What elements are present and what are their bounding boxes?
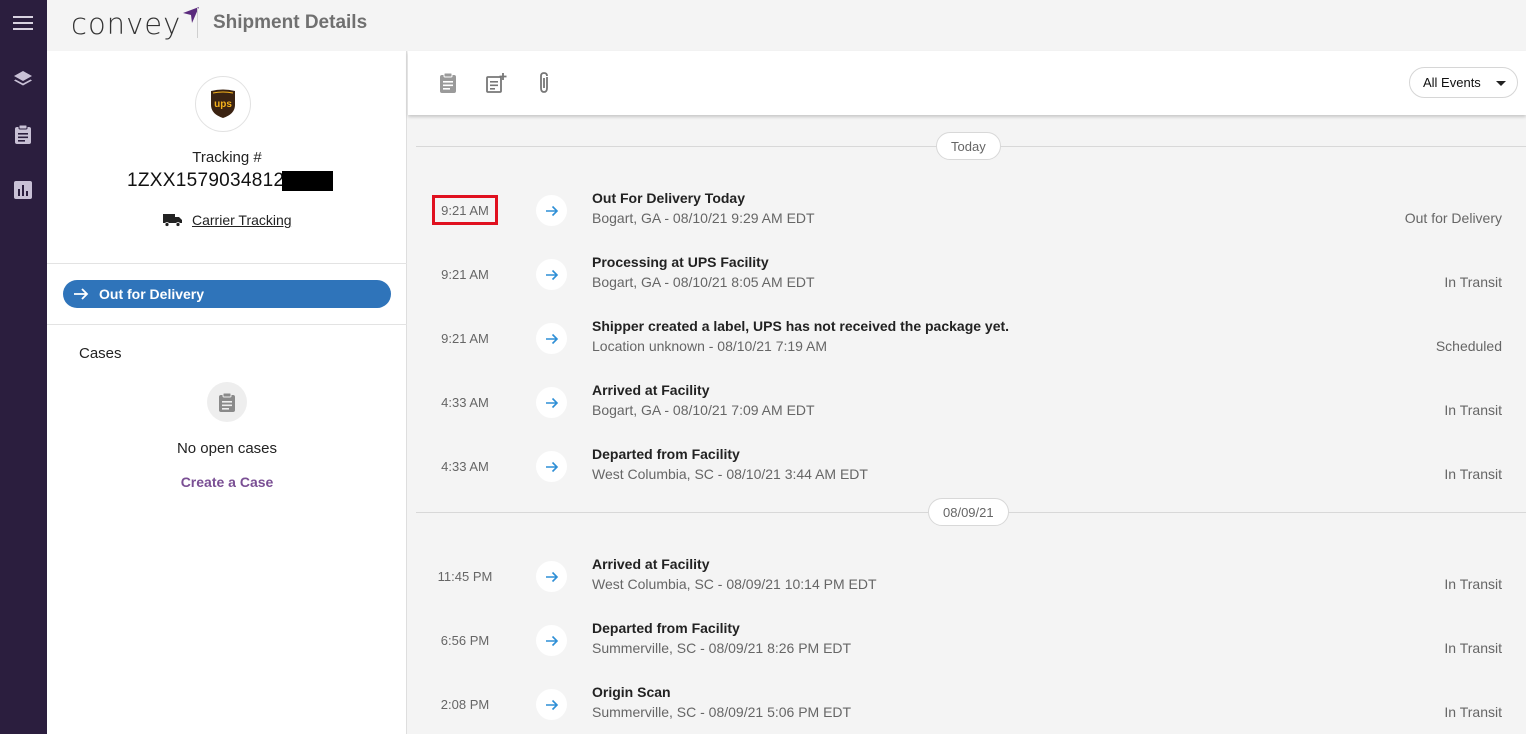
event-title: Shipper created a label, UPS has not rec… (592, 318, 1010, 334)
clipboard-icon[interactable] (8, 119, 38, 149)
event-location: West Columbia, SC - 08/10/21 3:44 AM EDT (592, 466, 868, 482)
event-arrow-icon (536, 625, 567, 656)
event-time: 4:33 AM (441, 458, 489, 474)
tracking-label: Tracking # (192, 149, 262, 166)
shipment-summary-panel: ups Tracking # 1ZXX1579034812 Carrier Tr… (47, 51, 407, 734)
caret-down-icon (1496, 81, 1506, 86)
event-arrow-icon (536, 259, 567, 290)
event-title: Arrived at Facility (592, 382, 710, 398)
date-pill: 08/09/21 (928, 498, 1009, 526)
event-location: West Columbia, SC - 08/09/21 10:14 PM ED… (592, 576, 877, 592)
event-title: Arrived at Facility (592, 556, 710, 572)
event-time: 9:21 AM (432, 195, 498, 225)
event-status: In Transit (1444, 402, 1502, 418)
no-cases-text: No open cases (176, 440, 278, 457)
create-case-link[interactable]: Create a Case (47, 474, 407, 490)
events-filter-select[interactable]: All Events (1409, 67, 1518, 98)
date-pill: Today (936, 132, 1001, 160)
truck-icon (163, 214, 182, 227)
event-time: 9:21 AM (441, 330, 489, 346)
menu-icon[interactable] (8, 8, 38, 38)
timeline-event[interactable]: 11:45 PM Arrived at Facility West Columb… (408, 550, 1526, 600)
clipboard-icon (219, 392, 235, 412)
event-location: Summerville, SC - 08/09/21 5:06 PM EDT (592, 704, 852, 720)
timeline-event[interactable]: 9:21 AM Shipper created a label, UPS has… (408, 312, 1526, 362)
events-filter-value: All Events (1423, 75, 1481, 90)
events-panel: All Events Today 08/09/21 9:21 AM Out Fo… (408, 51, 1526, 734)
event-title: Processing at UPS Facility (592, 254, 769, 270)
notes-clipboard-icon[interactable] (434, 69, 462, 97)
convey-logo[interactable]: convey (71, 4, 200, 44)
event-status: In Transit (1444, 576, 1502, 592)
event-title: Out For Delivery Today (592, 190, 745, 206)
page-title: Shipment Details (213, 12, 368, 33)
event-arrow-icon (536, 387, 567, 418)
event-status: In Transit (1444, 466, 1502, 482)
carrier-tracking-link[interactable]: Carrier Tracking (163, 212, 292, 228)
redaction-box (282, 171, 333, 191)
event-arrow-icon (536, 451, 567, 482)
attachment-icon[interactable] (530, 69, 558, 97)
event-time: 11:45 PM (437, 568, 493, 584)
timeline-event[interactable]: 9:21 AM Processing at UPS Facility Bogar… (408, 248, 1526, 298)
tracking-number: 1ZXX1579034812 (127, 170, 285, 191)
layers-icon[interactable] (8, 64, 38, 94)
event-time: 4:33 AM (441, 394, 489, 410)
event-status: Out for Delivery (1404, 210, 1502, 226)
chart-icon[interactable] (8, 175, 38, 205)
timeline-event[interactable]: 2:08 PM Origin Scan Summerville, SC - 08… (408, 678, 1526, 728)
add-note-icon[interactable] (482, 69, 510, 97)
nav-rail (0, 0, 47, 734)
event-location: Location unknown - 08/10/21 7:19 AM (592, 338, 828, 354)
event-location: Bogart, GA - 08/10/21 7:09 AM EDT (592, 402, 815, 418)
carrier-tracking-label: Carrier Tracking (192, 212, 292, 228)
event-time: 2:08 PM (440, 696, 490, 712)
event-location: Bogart, GA - 08/10/21 8:05 AM EDT (592, 274, 815, 290)
carrier-logo: ups (195, 76, 251, 132)
event-location: Summerville, SC - 08/09/21 8:26 PM EDT (592, 640, 852, 656)
shipment-status-pill[interactable]: Out for Delivery (63, 280, 391, 308)
event-title: Departed from Facility (592, 446, 740, 462)
event-status: In Transit (1444, 704, 1502, 720)
event-arrow-icon (536, 689, 567, 720)
shipment-status-label: Out for Delivery (99, 286, 205, 302)
event-title: Origin Scan (592, 684, 671, 700)
timeline-event[interactable]: 6:56 PM Departed from Facility Summervil… (408, 614, 1526, 664)
event-time: 6:56 PM (440, 632, 490, 648)
arrow-right-icon (74, 288, 89, 300)
divider (47, 324, 407, 325)
event-title: Departed from Facility (592, 620, 740, 636)
event-status: In Transit (1444, 274, 1502, 290)
event-time: 9:21 AM (441, 266, 489, 282)
cases-title: Cases (79, 345, 122, 362)
logo-text: convey (71, 7, 182, 41)
event-arrow-icon (536, 195, 567, 226)
header-divider (197, 8, 198, 38)
event-status: Scheduled (1435, 338, 1502, 354)
divider (47, 263, 407, 264)
event-arrow-icon (536, 561, 567, 592)
ups-logo-text: ups (214, 98, 232, 110)
timeline-event[interactable]: 9:21 AM Out For Delivery Today Bogart, G… (408, 184, 1526, 234)
timeline-event[interactable]: 4:33 AM Departed from Facility West Colu… (408, 440, 1526, 490)
event-arrow-icon (536, 323, 567, 354)
event-status: In Transit (1444, 640, 1502, 656)
date-separator: 08/09/21 (416, 498, 1526, 526)
event-location: Bogart, GA - 08/10/21 9:29 AM EDT (592, 210, 815, 226)
app-header: convey Shipment Details (47, 0, 1526, 51)
cases-empty-icon (207, 382, 247, 422)
timeline-event[interactable]: 4:33 AM Arrived at Facility Bogart, GA -… (408, 376, 1526, 426)
events-toolbar: All Events (408, 51, 1526, 115)
date-separator: Today (416, 132, 1526, 160)
